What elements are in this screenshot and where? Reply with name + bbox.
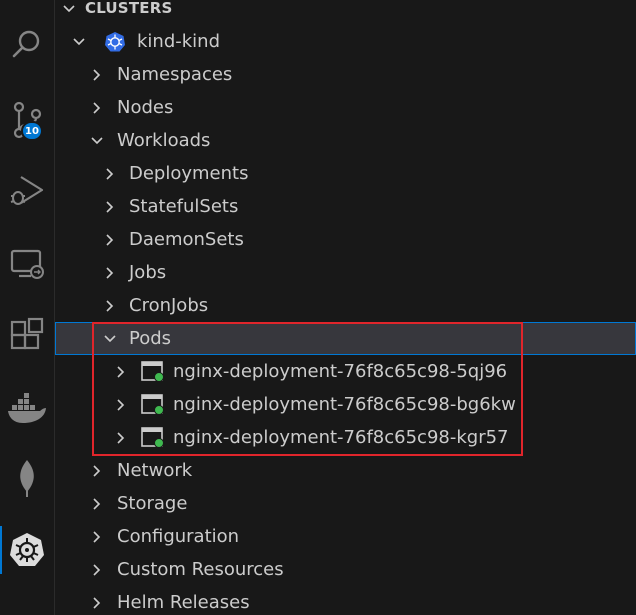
tree-item-label: Jobs: [129, 262, 167, 283]
tree-item-label: Deployments: [129, 163, 249, 184]
clusters-tree: CLUSTERS kind-kind Namespaces Nodes Work…: [55, 0, 636, 615]
tree-item-nodes[interactable]: Nodes: [55, 91, 636, 124]
extensions-icon[interactable]: [0, 311, 54, 359]
tree-item-label: Network: [117, 460, 193, 481]
tree-item-label: DaemonSets: [129, 229, 244, 250]
tree-item-helm-releases[interactable]: Helm Releases: [55, 586, 636, 615]
cluster-label: kind-kind: [137, 31, 221, 52]
tree-item-label: StatefulSets: [129, 196, 239, 217]
activity-bar: 10: [0, 0, 55, 615]
docker-icon[interactable]: [0, 384, 54, 432]
search-icon[interactable]: [0, 20, 54, 68]
tree-item-label: Namespaces: [117, 64, 233, 85]
chevron-right-icon: [87, 454, 107, 487]
chevron-down-icon: [87, 124, 107, 157]
section-title: CLUSTERS: [85, 0, 173, 17]
tree-item-label: CronJobs: [129, 295, 209, 316]
tree-item-configuration[interactable]: Configuration: [55, 520, 636, 553]
tree-item-cronjobs[interactable]: CronJobs: [55, 289, 636, 322]
chevron-right-icon: [87, 553, 107, 586]
kubernetes-cluster-icon: [104, 31, 126, 58]
chevron-right-icon: [87, 520, 107, 553]
tree-item-workloads[interactable]: Workloads: [55, 124, 636, 157]
tree-item-label: Nodes: [117, 97, 174, 118]
chevron-right-icon: [100, 256, 120, 289]
tree-item-storage[interactable]: Storage: [55, 487, 636, 520]
tree-item-label: Configuration: [117, 526, 240, 547]
kubernetes-icon[interactable]: [0, 526, 54, 574]
tree-item-label: Workloads: [117, 130, 211, 151]
remote-explorer-icon[interactable]: [0, 240, 54, 288]
chevron-right-icon: [100, 289, 120, 322]
chevron-right-icon: [100, 190, 120, 223]
chevron-down-icon: [69, 25, 89, 58]
vscode-window: 10 CLUSTERS kind-kind Namespaces Nodes W…: [0, 0, 636, 615]
tree-item-statefulsets[interactable]: StatefulSets: [55, 190, 636, 223]
tree-item-cluster[interactable]: kind-kind: [55, 25, 636, 58]
tree-item-namespaces[interactable]: Namespaces: [55, 58, 636, 91]
tree-item-custom-resources[interactable]: Custom Resources: [55, 553, 636, 586]
source-control-badge: 10: [21, 121, 43, 141]
tree-item-label: Helm Releases: [117, 592, 250, 613]
run-debug-icon[interactable]: [0, 166, 54, 214]
tree-item-deployments[interactable]: Deployments: [55, 157, 636, 190]
chevron-down-icon: [59, 0, 79, 25]
tree-item-label: Custom Resources: [117, 559, 284, 580]
tree-item-network[interactable]: Network: [55, 454, 636, 487]
tree-item-jobs[interactable]: Jobs: [55, 256, 636, 289]
chevron-right-icon: [87, 58, 107, 91]
tree-item-daemonsets[interactable]: DaemonSets: [55, 223, 636, 256]
chevron-right-icon: [87, 487, 107, 520]
chevron-right-icon: [87, 91, 107, 124]
chevron-right-icon: [87, 586, 107, 615]
chevron-right-icon: [100, 223, 120, 256]
tree-item-label: Storage: [117, 493, 188, 514]
mongodb-leaf-icon[interactable]: [0, 454, 54, 502]
highlight-annotation-box: [92, 322, 523, 456]
chevron-right-icon: [100, 157, 120, 190]
